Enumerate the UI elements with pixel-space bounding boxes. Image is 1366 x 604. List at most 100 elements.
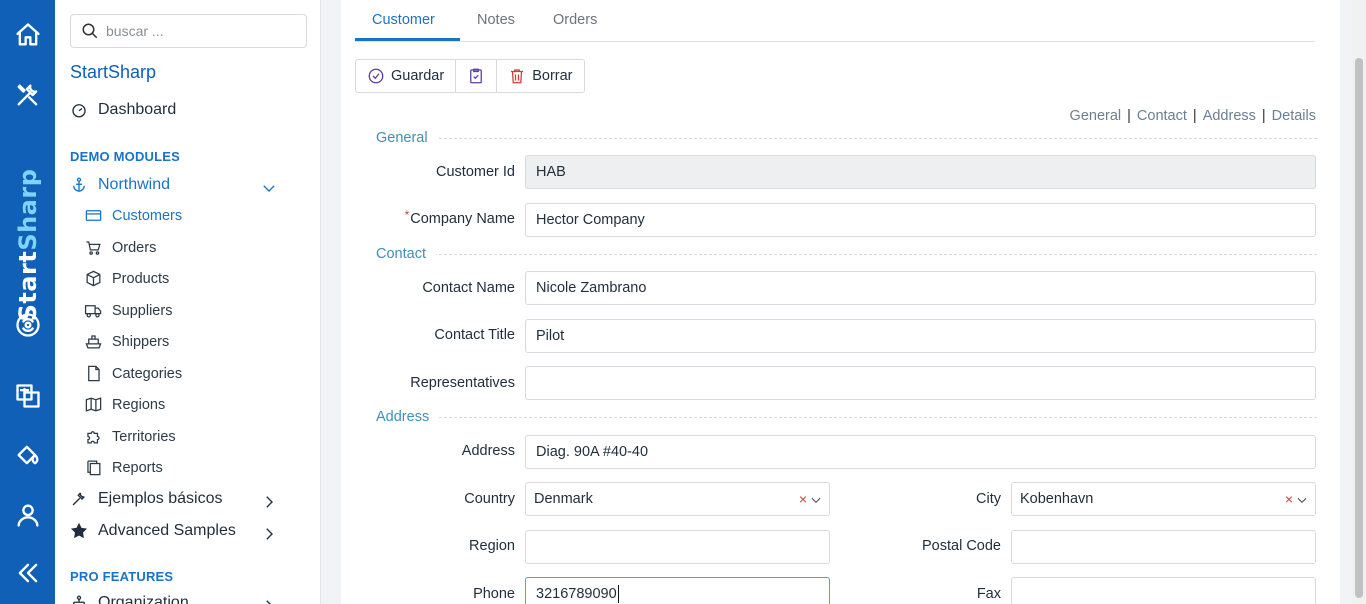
contact-name-label: Contact Name	[422, 280, 515, 296]
sidebar-item-shippers[interactable]: Shippers	[84, 332, 169, 351]
sidebar-item-label: Regions	[112, 396, 166, 413]
representatives-field[interactable]	[525, 366, 1316, 400]
nav-organization[interactable]: Organization	[70, 594, 306, 604]
postal-code-field[interactable]	[1011, 530, 1316, 564]
save-button[interactable]: Guardar	[356, 60, 457, 92]
sidebar-item-label: Customers	[112, 207, 183, 224]
contact-title-field[interactable]: Pilot	[525, 319, 1316, 353]
chevron-down-icon[interactable]	[809, 493, 823, 507]
nav-basic-samples[interactable]: Ejemplos básicos	[70, 490, 306, 508]
city-select-value: Kobenhavn	[1020, 491, 1094, 507]
nav-advanced-samples[interactable]: Advanced Samples	[70, 522, 306, 540]
fax-field[interactable]	[1011, 577, 1316, 604]
text-caret	[617, 585, 619, 603]
tools-icon	[72, 492, 85, 506]
map-icon	[85, 397, 102, 412]
translate-icon[interactable]	[13, 381, 43, 411]
tab-notes[interactable]: Notes	[477, 12, 515, 28]
contact-title-label: Contact Title	[434, 327, 515, 343]
region-field[interactable]	[525, 530, 830, 564]
sidebar-item-products[interactable]: Products	[84, 269, 169, 288]
gauge-icon	[72, 104, 86, 118]
sidebar-item-regions[interactable]: Regions	[84, 395, 165, 414]
chevron-down-icon[interactable]	[1295, 493, 1309, 507]
delete-button-label: Borrar	[532, 68, 573, 84]
customer-id-label: Customer Id	[436, 164, 515, 180]
sidebar-item-orders[interactable]: Orders	[84, 238, 156, 257]
apply-changes-button[interactable]	[456, 60, 498, 92]
puzzle-icon	[87, 431, 100, 444]
region-label: Region	[469, 538, 515, 554]
check-circle-icon	[368, 68, 384, 84]
tab-bar: Customer Notes Orders	[355, 0, 1315, 42]
chevron-right-icon	[266, 496, 273, 508]
sidebar-item-territories[interactable]: Territories	[84, 427, 176, 446]
user-icon[interactable]	[13, 500, 43, 530]
phone-field[interactable]: 3216789090	[525, 577, 830, 604]
phone-field-value: 3216789090	[536, 586, 617, 602]
phone-label: Phone	[473, 586, 515, 602]
sidebar-item-label: Reports	[112, 459, 163, 476]
sidebar-item-label: Products	[112, 270, 170, 287]
clear-icon[interactable]: ×	[799, 491, 807, 507]
truck-icon	[84, 305, 102, 318]
brand-swirl-icon	[13, 310, 43, 340]
category-link-details[interactable]: Details	[1272, 108, 1316, 124]
country-select[interactable]: Denmark ×	[525, 482, 830, 516]
nav-dashboard[interactable]: Dashboard	[70, 101, 176, 119]
scrollbar-thumb[interactable]	[1355, 58, 1363, 598]
main-panel: Customer Notes Orders Guardar Borrar Gen…	[341, 0, 1340, 604]
star-icon	[70, 522, 88, 539]
company-name-label-text: Company Name	[410, 211, 515, 227]
category-link-contact[interactable]: Contact	[1137, 108, 1187, 124]
search-icon	[82, 23, 98, 39]
address-field[interactable]: Diag. 90A #40-40	[525, 435, 1316, 469]
cart-icon	[86, 241, 101, 255]
postal-code-label: Postal Code	[922, 538, 1001, 554]
category-link-general[interactable]: General	[1070, 108, 1122, 124]
nav-basic-samples-label: Ejemplos básicos	[98, 490, 223, 507]
app-title[interactable]: StartSharp	[70, 62, 156, 83]
page-scrollbar[interactable]	[1352, 0, 1366, 604]
clear-icon[interactable]: ×	[1285, 491, 1293, 507]
sidebar-item-label: Suppliers	[112, 302, 173, 319]
sidebar-item-label: Territories	[112, 428, 176, 445]
tools-icon[interactable]	[13, 80, 43, 110]
sidebar-item-reports[interactable]: Reports	[84, 458, 163, 477]
tab-customer[interactable]: Customer	[372, 12, 435, 28]
city-label: City	[976, 491, 1001, 507]
sidebar-item-customers[interactable]: Customers	[84, 206, 182, 225]
search-box[interactable]	[70, 14, 307, 48]
tab-orders[interactable]: Orders	[553, 12, 597, 28]
company-name-field[interactable]: Hector Company	[525, 203, 1316, 237]
category-link-address[interactable]: Address	[1203, 108, 1256, 124]
city-select[interactable]: Kobenhavn ×	[1011, 482, 1316, 516]
left-rail: StartSharp	[0, 0, 55, 604]
required-mark: *	[404, 208, 410, 222]
org-icon	[73, 595, 85, 604]
delete-button[interactable]: Borrar	[497, 60, 583, 92]
sidebar: StartSharp Dashboard DEMO MODULES Northw…	[55, 0, 321, 604]
contact-name-field[interactable]: Nicole Zambrano	[525, 271, 1316, 305]
box-icon	[86, 270, 101, 287]
category-contact: Contact	[359, 244, 1317, 264]
sidebar-item-suppliers[interactable]: Suppliers	[84, 301, 172, 320]
card-icon	[85, 210, 102, 221]
page-icon	[88, 365, 100, 382]
home-icon[interactable]	[13, 20, 43, 50]
sidebar-item-categories[interactable]: Categories	[84, 364, 182, 383]
paint-bucket-icon[interactable]	[13, 440, 43, 470]
nav-northwind[interactable]: Northwind	[70, 176, 306, 194]
chevron-right-icon	[266, 528, 273, 540]
collapse-icon[interactable]	[13, 558, 43, 588]
nav-dashboard-label: Dashboard	[98, 101, 177, 118]
category-title: Contact	[359, 246, 436, 262]
customer-id-field: HAB	[525, 155, 1316, 189]
category-general: General	[359, 128, 1317, 148]
search-input[interactable]	[106, 23, 296, 39]
country-label: Country	[464, 491, 515, 507]
category-address: Address	[359, 407, 1317, 427]
category-links: General | Contact | Address | Details	[1070, 108, 1316, 124]
chevron-right-icon	[266, 600, 271, 604]
copy-icon	[87, 460, 101, 476]
